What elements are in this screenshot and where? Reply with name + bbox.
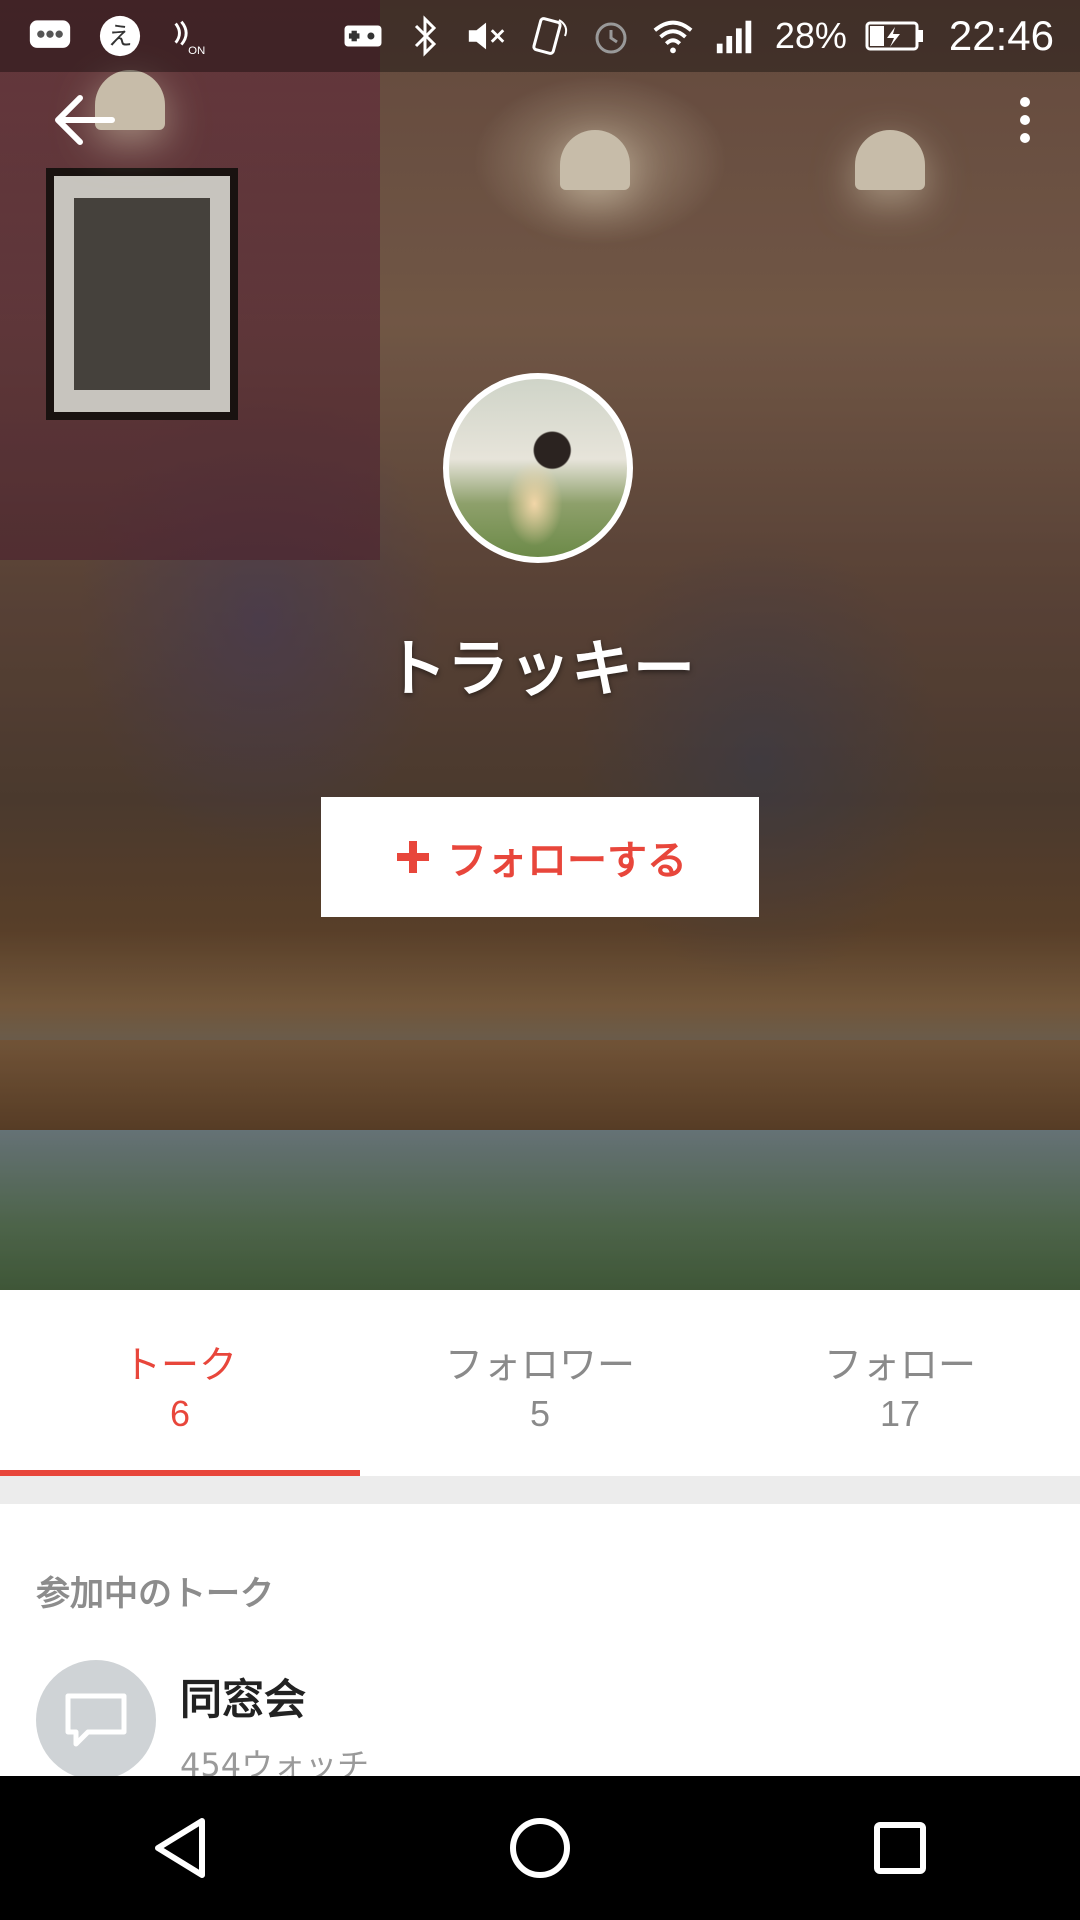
more-vertical-icon	[1020, 97, 1030, 143]
plus-icon	[397, 841, 429, 873]
back-button[interactable]	[52, 90, 122, 150]
alarm-icon	[589, 14, 633, 58]
square-recents-icon	[874, 1822, 926, 1874]
more-options-button[interactable]	[1000, 90, 1050, 150]
app-icon: え	[98, 14, 142, 58]
circle-home-icon	[510, 1818, 570, 1878]
tab-count: 6	[169, 1393, 191, 1434]
tab-followers[interactable]: フォロワー 5	[360, 1290, 720, 1476]
tab-following[interactable]: フォロー 17	[720, 1290, 1080, 1476]
signal-icon	[713, 14, 757, 58]
chat-bubble-icon	[36, 1660, 156, 1780]
section-title: 参加中のトーク	[36, 1574, 274, 1614]
tab-count: 5	[529, 1393, 551, 1434]
system-navigation-bar	[0, 1776, 1080, 1920]
status-bar: え ON 28% 22:46	[0, 0, 1080, 72]
profile-name: トラッキー	[384, 632, 695, 705]
game-controller-icon	[341, 14, 385, 58]
mute-icon	[465, 14, 509, 58]
nav-recents-button[interactable]	[850, 1798, 950, 1898]
talk-name: 同窓会	[180, 1675, 307, 1724]
divider	[0, 1476, 1080, 1504]
profile-avatar	[443, 373, 633, 563]
tab-talk[interactable]: トーク 6	[0, 1290, 360, 1476]
nfc-on-icon: ON	[168, 14, 212, 58]
tab-label: トーク	[122, 1343, 237, 1387]
bluetooth-icon	[403, 14, 447, 58]
clock: 22:46	[948, 12, 1054, 59]
joined-talks-section: 参加中のトーク 同窓会 454ウォッチ	[0, 1504, 1080, 1784]
list-item[interactable]: 同窓会 454ウォッチ	[0, 1654, 1080, 1794]
arrow-left-icon	[55, 95, 115, 145]
tab-count: 17	[879, 1393, 921, 1434]
nav-back-button[interactable]	[130, 1798, 230, 1898]
chat-bubble-icon	[28, 14, 72, 58]
follow-button-label: フォローする	[447, 838, 687, 884]
svg-text:え: え	[108, 22, 133, 51]
follow-button[interactable]: フォローする	[321, 797, 759, 917]
screen-rotate-icon	[527, 14, 571, 58]
wifi-icon	[651, 14, 695, 58]
nav-home-button[interactable]	[490, 1798, 590, 1898]
battery-charging-icon	[865, 14, 925, 58]
tab-label: フォロー	[823, 1343, 976, 1387]
battery-percent: 28%	[774, 15, 847, 56]
profile-tabs: トーク 6 フォロワー 5 フォロー 17	[0, 1290, 1080, 1476]
tab-label: フォロワー	[444, 1343, 635, 1387]
svg-text:ON: ON	[188, 45, 205, 57]
triangle-back-icon	[155, 1818, 205, 1878]
